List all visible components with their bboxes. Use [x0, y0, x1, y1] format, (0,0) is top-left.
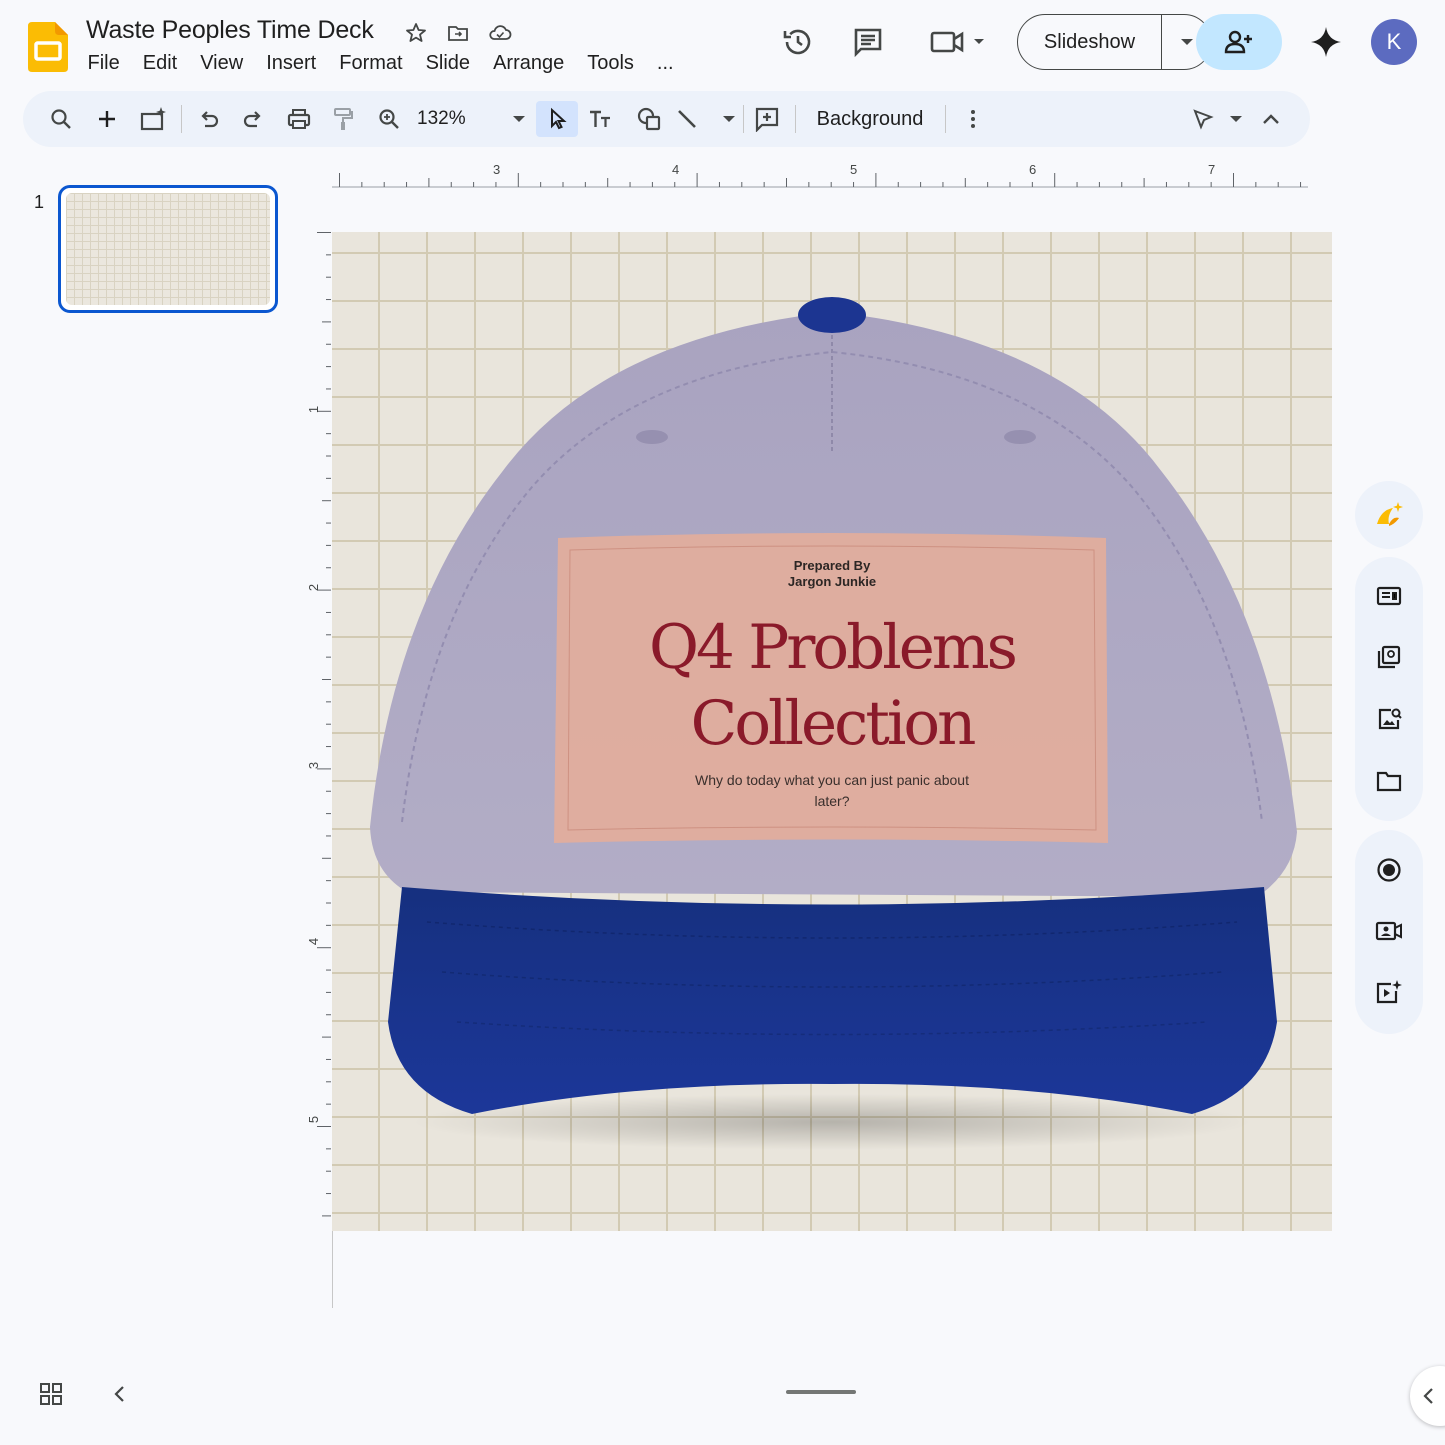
- text-box-icon[interactable]: [583, 101, 619, 137]
- menu-view[interactable]: View: [189, 50, 255, 77]
- camera-video-icon[interactable]: [1369, 911, 1409, 951]
- grid-view-icon[interactable]: [38, 1381, 64, 1407]
- slide-subtitle[interactable]: Why do today what you can just panic abo…: [687, 770, 977, 812]
- ruler-label: 5: [850, 162, 858, 177]
- insert-comment-icon[interactable]: [749, 101, 785, 137]
- show-side-panel-button[interactable]: [1410, 1366, 1445, 1426]
- gemini-sparkle-icon[interactable]: [1306, 22, 1346, 62]
- collapse-filmstrip-icon[interactable]: [106, 1381, 132, 1407]
- side-panel-gemini: [1355, 481, 1423, 549]
- zoom-select[interactable]: 132%: [417, 101, 527, 137]
- menu-slide[interactable]: Slide: [414, 50, 481, 77]
- redo-icon[interactable]: [235, 101, 271, 137]
- pointer-pen-icon: [1191, 107, 1215, 131]
- chevron-down-icon: [721, 114, 737, 124]
- chevron-down-icon: [511, 114, 527, 124]
- slide-number: 1: [34, 192, 45, 212]
- ruler-label: 7: [1208, 162, 1216, 177]
- folder-icon[interactable]: [1369, 761, 1409, 801]
- side-panel-media: [1355, 830, 1423, 1034]
- print-icon[interactable]: [281, 101, 317, 137]
- cloud-saved-icon[interactable]: [487, 20, 513, 46]
- horizontal-ruler: 3 4 5 6 7: [332, 158, 1308, 188]
- comments-icon[interactable]: [848, 22, 888, 62]
- zoom-value: 132%: [417, 108, 466, 129]
- chevron-down-icon: [1229, 114, 1243, 124]
- background-button[interactable]: Background: [807, 101, 933, 137]
- ruler-label: 4: [306, 937, 322, 946]
- title-patch[interactable]: Prepared By Jargon Junkie Q4 Problems Co…: [557, 532, 1107, 842]
- ruler-label: 3: [493, 162, 501, 177]
- menu-format[interactable]: Format: [328, 50, 414, 77]
- ruler-label: 6: [1029, 162, 1037, 177]
- prepared-by[interactable]: Prepared By Jargon Junkie: [557, 558, 1107, 590]
- menu-arrange[interactable]: Arrange: [482, 50, 576, 77]
- ruler-label: 4: [672, 162, 680, 177]
- select-tool-icon[interactable]: [536, 101, 578, 137]
- speaker-notes-drag-handle[interactable]: [786, 1390, 856, 1394]
- star-icon[interactable]: [403, 20, 429, 46]
- slide-thumbnail[interactable]: [58, 185, 278, 313]
- author-name: Jargon Junkie: [787, 574, 877, 589]
- new-slide-ai-icon[interactable]: [135, 101, 171, 137]
- menu-tools[interactable]: Tools: [576, 50, 646, 77]
- search-menus-icon[interactable]: [43, 101, 79, 137]
- document-title[interactable]: Waste Peoples Time Deck: [86, 16, 374, 45]
- ruler-label: 3: [306, 761, 322, 770]
- slide-title[interactable]: Q4 Problems Collection: [557, 610, 1107, 762]
- slides-logo-icon[interactable]: [28, 22, 68, 72]
- move-to-folder-icon[interactable]: [445, 20, 471, 46]
- add-person-icon: [1224, 29, 1254, 55]
- zoom-icon[interactable]: [371, 101, 407, 137]
- more-options-icon[interactable]: [955, 101, 991, 137]
- slide-thumbnail-preview: [66, 193, 270, 305]
- slideshow-button[interactable]: Slideshow: [1017, 14, 1212, 70]
- chevron-left-icon: [1422, 1387, 1434, 1405]
- ruler-label: 2: [306, 583, 322, 592]
- collapse-toolbar-icon[interactable]: [1253, 101, 1289, 137]
- toolbar: 132% Background: [23, 91, 1310, 147]
- editing-mode-select[interactable]: [1191, 101, 1243, 137]
- line-icon: [675, 107, 699, 131]
- menu-file[interactable]: File: [76, 50, 131, 77]
- side-panel-tools: [1355, 557, 1423, 821]
- menu-insert[interactable]: Insert: [255, 50, 328, 77]
- share-button[interactable]: [1196, 14, 1282, 70]
- vertical-ruler: 1 2 3 4 5: [300, 232, 332, 1232]
- image-search-icon[interactable]: [1369, 699, 1409, 739]
- background-label: Background: [816, 107, 924, 130]
- line-tool[interactable]: [675, 101, 737, 137]
- paint-format-icon[interactable]: [325, 101, 361, 137]
- speaker-notes-icon[interactable]: [1369, 576, 1409, 616]
- slide-canvas[interactable]: Prepared By Jargon Junkie Q4 Problems Co…: [332, 232, 1332, 1231]
- meet-call-icon[interactable]: [926, 22, 990, 62]
- ruler-label: 1: [306, 405, 322, 414]
- version-history-icon[interactable]: [778, 22, 818, 62]
- slideshow-label[interactable]: Slideshow: [1018, 15, 1162, 69]
- title-line-1: Q4 Problems: [649, 612, 1018, 683]
- record-icon[interactable]: [1369, 850, 1409, 890]
- avatar[interactable]: K: [1371, 19, 1417, 65]
- menu-edit[interactable]: Edit: [131, 50, 188, 77]
- shape-icon[interactable]: [631, 101, 667, 137]
- prepared-by-label: Prepared By: [793, 558, 871, 573]
- new-slide-icon[interactable]: [89, 101, 125, 137]
- title-line-2: Collection: [690, 688, 977, 759]
- menu-more[interactable]: ...: [645, 50, 685, 77]
- building-blocks-icon[interactable]: [1369, 637, 1409, 677]
- undo-icon[interactable]: [191, 101, 227, 137]
- video-spark-icon[interactable]: [1369, 972, 1409, 1012]
- nano-banana-icon[interactable]: [1369, 495, 1409, 535]
- menu-bar: File Edit View Insert Format Slide Arran…: [76, 50, 685, 77]
- ruler-label: 5: [306, 1115, 322, 1124]
